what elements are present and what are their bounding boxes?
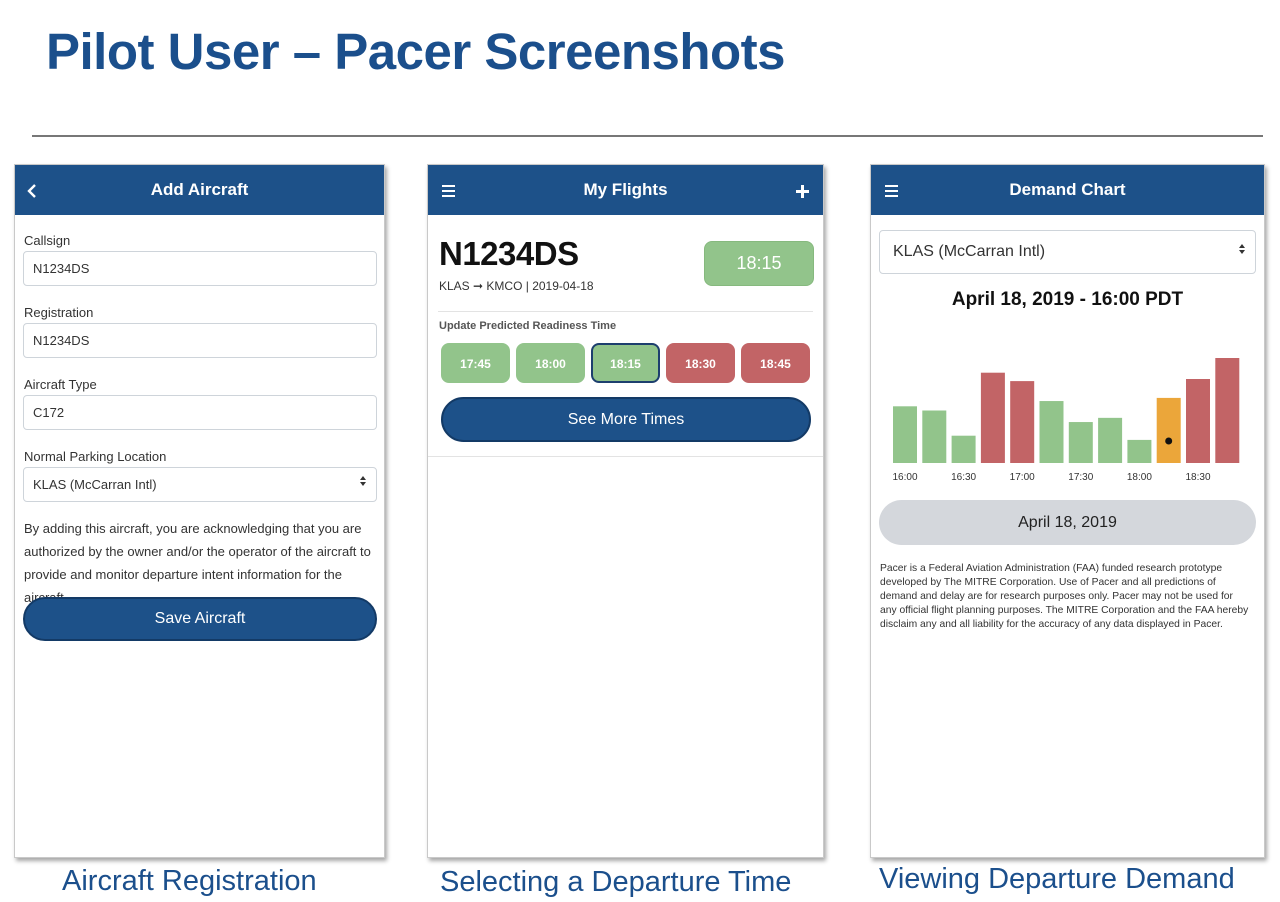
app-bar: Add Aircraft bbox=[15, 165, 384, 215]
select-arrows-icon bbox=[359, 468, 367, 501]
caption-selecting-departure-time: Selecting a Departure Time bbox=[440, 866, 792, 898]
demand-bar[interactable] bbox=[1010, 381, 1035, 463]
demand-bar[interactable] bbox=[1068, 422, 1093, 463]
parking-location-value: KLAS (McCarran Intl) bbox=[33, 477, 157, 492]
app-bar: My Flights bbox=[428, 165, 823, 215]
demand-bar[interactable] bbox=[951, 435, 976, 463]
plus-icon[interactable] bbox=[796, 165, 809, 215]
slide-title: Pilot User – Pacer Screenshots bbox=[46, 23, 786, 80]
readiness-label: Update Predicted Readiness Time bbox=[439, 320, 617, 332]
demand-bar[interactable] bbox=[1186, 379, 1210, 463]
aircraft-type-input[interactable]: C172 bbox=[23, 395, 377, 430]
title-divider bbox=[32, 135, 1263, 137]
screen-title: Add Aircraft bbox=[150, 180, 249, 199]
demand-bar[interactable] bbox=[1098, 417, 1123, 463]
x-tick-label: 18:30 bbox=[1185, 472, 1210, 483]
demand-bar[interactable] bbox=[922, 410, 947, 464]
demand-bar[interactable] bbox=[1039, 401, 1064, 463]
add-aircraft-screen: Add Aircraft Callsign N1234DS Registrati… bbox=[14, 164, 385, 858]
app-bar: Demand Chart bbox=[871, 165, 1264, 215]
x-tick-label: 17:30 bbox=[1068, 472, 1093, 483]
registration-input[interactable]: N1234DS bbox=[23, 323, 377, 358]
save-aircraft-button[interactable]: Save Aircraft bbox=[23, 597, 377, 641]
date-select-button[interactable]: April 18, 2019 bbox=[879, 500, 1256, 545]
airport-select[interactable]: KLAS (McCarran Intl) bbox=[879, 230, 1256, 274]
demand-bar[interactable] bbox=[1127, 439, 1152, 463]
predicted-time-badge: 18:15 bbox=[704, 241, 814, 286]
select-arrows-icon bbox=[1238, 231, 1246, 273]
chart-heading: April 18, 2019 - 16:00 PDT bbox=[951, 289, 1184, 310]
selected-slot-marker bbox=[1165, 437, 1173, 445]
screen-title: My Flights bbox=[583, 180, 668, 199]
demand-bar[interactable] bbox=[980, 372, 1005, 463]
my-flights-screen: My Flights N1234DS KLAS ➞ KMCO | 2019-04… bbox=[427, 164, 824, 858]
divider bbox=[438, 311, 813, 312]
x-tick-label: 16:00 bbox=[892, 472, 917, 483]
x-tick-label: 16:30 bbox=[951, 472, 976, 483]
divider bbox=[428, 456, 823, 457]
demand-bar[interactable] bbox=[1215, 358, 1240, 463]
legal-disclaimer: Pacer is a Federal Aviation Administrati… bbox=[880, 563, 1249, 630]
see-more-times-button[interactable]: See More Times bbox=[441, 397, 811, 442]
x-tick-label: 17:00 bbox=[1010, 472, 1035, 483]
time-slot-button[interactable]: 18:45 bbox=[741, 343, 810, 383]
time-slot-button[interactable]: 17:45 bbox=[441, 343, 510, 383]
flight-route: KLAS ➞ KMCO | 2019-04-18 bbox=[439, 279, 594, 293]
time-slot-button[interactable]: 18:15 bbox=[591, 343, 660, 383]
callsign-input[interactable]: N1234DS bbox=[23, 251, 377, 286]
registration-label: Registration bbox=[24, 305, 94, 320]
screen-title: Demand Chart bbox=[1009, 180, 1126, 199]
caption-aircraft-registration: Aircraft Registration bbox=[62, 865, 317, 897]
caption-viewing-departure-demand: Viewing Departure Demand bbox=[879, 863, 1235, 895]
demand-bar-chart: 16:00 16:30 17:00 17:30 18:00 18:30 bbox=[892, 358, 1240, 483]
parking-location-select[interactable]: KLAS (McCarran Intl) bbox=[23, 467, 377, 502]
time-slot-button[interactable]: 18:00 bbox=[516, 343, 585, 383]
x-tick-label: 18:00 bbox=[1127, 472, 1152, 483]
time-slot-button[interactable]: 18:30 bbox=[666, 343, 735, 383]
demand-bar[interactable] bbox=[1156, 397, 1181, 463]
acknowledgement-text: By adding this aircraft, you are acknowl… bbox=[24, 521, 371, 605]
callsign-label: Callsign bbox=[24, 233, 71, 248]
demand-chart-screen: Demand Chart KLAS (McCarran Intl) April … bbox=[870, 164, 1265, 858]
parking-location-label: Normal Parking Location bbox=[24, 449, 167, 464]
airport-select-value: KLAS (McCarran Intl) bbox=[893, 243, 1046, 260]
flight-callsign: N1234DS bbox=[439, 235, 579, 272]
aircraft-type-label: Aircraft Type bbox=[24, 377, 97, 392]
demand-bar[interactable] bbox=[893, 406, 917, 463]
